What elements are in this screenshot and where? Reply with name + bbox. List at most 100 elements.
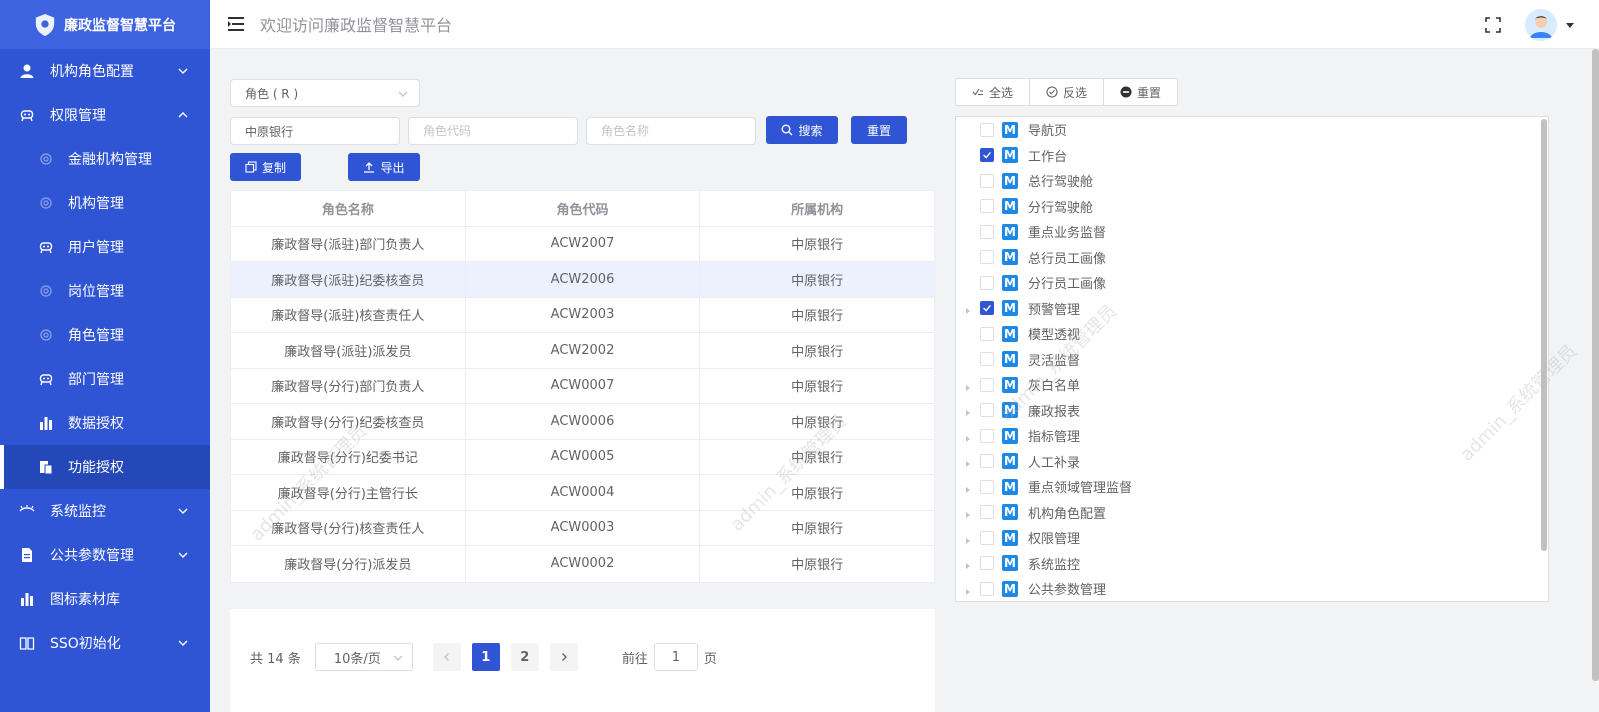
page-button-1[interactable]: 1 xyxy=(471,643,500,671)
table-row[interactable]: 廉政督导(分行)核查责任人 ACW0003 中原银行 xyxy=(231,510,934,546)
role-code-input[interactable] xyxy=(408,117,578,145)
prev-page-button[interactable] xyxy=(432,643,461,671)
tree-node[interactable]: M 系统监控 xyxy=(956,551,1548,577)
tree-node-checkbox[interactable] xyxy=(980,148,994,163)
caret-right-icon[interactable] xyxy=(964,457,972,468)
sidebar-subitem[interactable]: 部门管理 xyxy=(0,357,210,401)
sidebar-item[interactable]: 公共参数管理 xyxy=(0,533,210,577)
tree-node-checkbox[interactable] xyxy=(980,530,994,545)
table-cell: 廉政督导(派驻)派发员 xyxy=(231,333,466,368)
sidebar-item[interactable]: 图标素材库 xyxy=(0,577,210,621)
tree-node[interactable]: M 权限管理 xyxy=(956,525,1548,551)
sidebar-subitem[interactable]: 功能授权 xyxy=(0,445,210,489)
tree-node-checkbox[interactable] xyxy=(980,581,994,596)
sidebar-subitem[interactable]: 数据授权 xyxy=(0,401,210,445)
sidebar-item[interactable]: 机构角色配置 xyxy=(0,49,210,93)
sidebar-item[interactable]: SSO初始化 xyxy=(0,621,210,665)
tree-node[interactable]: M 模型透视 xyxy=(956,321,1548,347)
role-table: 角色名称 角色代码 所属机构 廉政督导(派驻)部门负责人 ACW2007 中原银行 廉政督导… xyxy=(230,190,935,583)
select-all-button[interactable]: 全选 xyxy=(956,79,1031,105)
reset-button[interactable]: 重置 xyxy=(851,116,907,144)
caret-down-icon[interactable] xyxy=(1565,20,1575,30)
search-button[interactable]: 搜索 xyxy=(766,116,838,144)
tree-node[interactable]: M 指标管理 xyxy=(956,423,1548,449)
caret-right-icon[interactable] xyxy=(964,534,972,544)
avatar[interactable] xyxy=(1525,8,1557,41)
tree-node-checkbox[interactable] xyxy=(980,224,994,239)
caret-right-icon[interactable] xyxy=(964,406,972,417)
tree-node[interactable]: M 分行员工画像 xyxy=(956,270,1548,296)
table-row[interactable]: 廉政督导(分行)纪委核查员 ACW0006 中原银行 xyxy=(231,404,934,440)
tree-node[interactable]: M 灵活监督 xyxy=(956,347,1548,373)
caret-right-icon[interactable] xyxy=(964,559,972,570)
tree-node-checkbox[interactable] xyxy=(980,326,994,341)
tree-node-checkbox[interactable] xyxy=(980,301,994,316)
tree-node-checkbox[interactable] xyxy=(980,454,994,469)
menu-type-badge: M xyxy=(1002,300,1018,317)
page-scrollbar[interactable] xyxy=(1592,49,1599,681)
tree-node-checkbox[interactable] xyxy=(980,556,994,571)
caret-right-icon[interactable] xyxy=(964,432,972,442)
sidebar-item[interactable]: 系统监控 xyxy=(0,489,210,533)
export-button[interactable]: 导出 xyxy=(348,153,420,181)
tree-node[interactable]: M 导航页 xyxy=(956,117,1548,143)
page-size-select[interactable]: 10条/页 xyxy=(314,643,413,671)
tree-node[interactable]: M 灰白名单 xyxy=(956,372,1548,398)
page-button-2[interactable]: 2 xyxy=(510,643,539,671)
role-name-input[interactable] xyxy=(586,117,756,145)
table-row[interactable]: 廉政督导(分行)部门负责人 ACW0007 中原银行 xyxy=(231,368,934,404)
menu-type-badge: M xyxy=(1002,453,1018,470)
tree-node[interactable]: M 人工补录 xyxy=(956,449,1548,475)
tree-node-checkbox[interactable] xyxy=(980,199,994,214)
copy-button[interactable]: 复制 xyxy=(230,153,301,181)
tree-node[interactable]: M 工作台 xyxy=(956,143,1548,169)
sidebar-subitem[interactable]: 用户管理 xyxy=(0,225,210,269)
sidebar-subitem[interactable]: 角色管理 xyxy=(0,313,210,357)
table-row[interactable]: 廉政督导(分行)派发员 ACW0002 中原银行 xyxy=(231,546,934,582)
next-page-button[interactable] xyxy=(549,643,578,671)
tree-node-checkbox[interactable] xyxy=(980,377,994,392)
tree-node-checkbox[interactable] xyxy=(980,352,994,367)
role-type-select[interactable]: 角色 ( R ) xyxy=(230,79,420,107)
tree-node-checkbox[interactable] xyxy=(980,505,994,520)
caret-right-icon[interactable] xyxy=(964,304,972,315)
tree-node-checkbox[interactable] xyxy=(980,173,994,188)
menu-type-badge: M xyxy=(1002,351,1018,368)
sidebar-item[interactable]: 权限管理 xyxy=(0,93,210,137)
tree-node-checkbox[interactable] xyxy=(980,250,994,265)
tree-node[interactable]: M 总行员工画像 xyxy=(956,245,1548,271)
tree-node-checkbox[interactable] xyxy=(980,403,994,418)
tree-node-checkbox[interactable] xyxy=(980,275,994,290)
table-row[interactable]: 廉政督导(派驻)纪委核查员 ACW2006 中原银行 xyxy=(231,262,934,298)
caret-right-icon[interactable] xyxy=(964,381,972,391)
tree-node-checkbox[interactable] xyxy=(980,428,994,443)
goto-page-input[interactable] xyxy=(653,643,698,671)
table-row[interactable]: 廉政督导(分行)主管行长 ACW0004 中原银行 xyxy=(231,475,934,511)
table-row[interactable]: 廉政督导(派驻)派发员 ACW2002 中原银行 xyxy=(231,333,934,369)
caret-right-icon[interactable] xyxy=(964,585,972,595)
table-row[interactable]: 廉政督导(分行)纪委书记 ACW0005 中原银行 xyxy=(231,439,934,475)
table-row[interactable]: 廉政督导(派驻)部门负责人 ACW2007 中原银行 xyxy=(231,226,934,262)
org-input[interactable] xyxy=(230,117,400,145)
tree-reset-button[interactable]: 重置 xyxy=(1104,79,1177,105)
sidebar-subitem[interactable]: 机构管理 xyxy=(0,181,210,225)
tree-node-checkbox[interactable] xyxy=(980,122,994,137)
tree-node[interactable]: M 总行驾驶舱 xyxy=(956,168,1548,194)
invert-selection-button[interactable]: 反选 xyxy=(1030,79,1105,105)
tree-node[interactable]: M 重点业务监督 xyxy=(956,219,1548,245)
caret-right-icon[interactable] xyxy=(964,508,972,519)
table-row[interactable]: 廉政督导(派驻)核查责任人 ACW2003 中原银行 xyxy=(231,297,934,333)
tree-node[interactable]: M 机构角色配置 xyxy=(956,500,1548,526)
tree-node[interactable]: M 重点领域管理监督 xyxy=(956,474,1548,500)
sidebar-subitem[interactable]: 岗位管理 xyxy=(0,269,210,313)
fullscreen-icon[interactable] xyxy=(1483,15,1503,35)
tree-node[interactable]: M 预警管理 xyxy=(956,296,1548,322)
caret-right-icon[interactable] xyxy=(964,483,972,493)
tree-node[interactable]: M 公共参数管理 xyxy=(956,576,1548,601)
tree-node[interactable]: M 廉政报表 xyxy=(956,398,1548,424)
sidebar-subitem[interactable]: 金融机构管理 xyxy=(0,137,210,181)
tree-scrollbar[interactable] xyxy=(1541,119,1547,551)
menu-toggle-icon[interactable] xyxy=(226,14,246,34)
tree-node[interactable]: M 分行驾驶舱 xyxy=(956,194,1548,220)
tree-node-checkbox[interactable] xyxy=(980,479,994,494)
